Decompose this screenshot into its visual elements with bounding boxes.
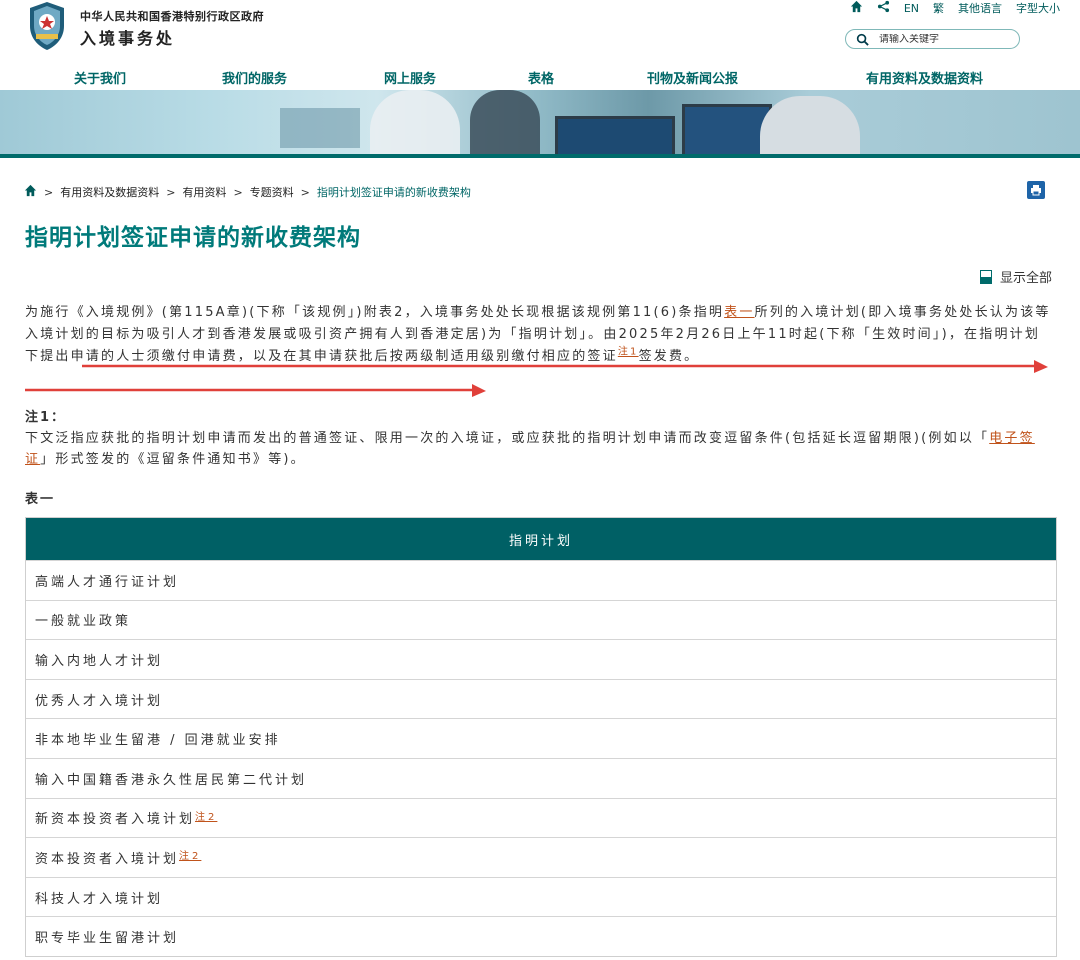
nav-useful-info[interactable]: 有用资料及数据资料 (866, 68, 983, 87)
scheme-name: 输入内地人才计划 (35, 653, 164, 669)
breadcrumb-separator: > (300, 185, 310, 199)
expand-icon (980, 269, 992, 284)
scheme-name: 一般就业政策 (35, 614, 132, 630)
note-1-link[interactable]: 注1 (618, 347, 639, 358)
breadcrumb: > 有用资料及数据资料 > 有用资料 > 专题资料 > 指明计划签证申请的新收费… (24, 184, 471, 200)
scheme-name: 优秀人才入境计划 (35, 693, 164, 709)
lang-en-link[interactable]: EN (904, 2, 919, 15)
breadcrumb-separator: > (166, 185, 176, 199)
immd-logo[interactable] (24, 0, 70, 52)
breadcrumb-useful[interactable]: 有用资料 (182, 184, 226, 200)
table-row: 输入内地人才计划 (26, 639, 1056, 679)
note-1-body: 下文泛指应获批的指明计划申请而发出的普通签证、限用一次的入境证，或应获批的指明计… (25, 428, 1055, 470)
search-icon[interactable] (856, 33, 869, 46)
share-icon[interactable] (877, 0, 890, 16)
show-all-label: 显示全部 (1000, 271, 1053, 286)
lang-tc-link[interactable]: 繁 (933, 0, 944, 16)
note-text: 」形式签发的《逗留条件通知书》等)。 (40, 452, 306, 467)
table-label: 表一 (25, 492, 56, 507)
table-header: 指明计划 (26, 518, 1056, 560)
specified-schemes-table: 指明计划 高端人才通行证计划 一般就业政策 输入内地人才计划 优秀人才入境计划 … (25, 517, 1057, 957)
print-icon (1031, 185, 1041, 196)
breadcrumb-separator: > (44, 185, 54, 199)
table-row: 非本地毕业生留港 / 回港就业安排 (26, 718, 1056, 758)
paragraph-text: 为施行《入境规例》(第115A章)(下称「该规例」)附表2，入境事务处处长现根据… (25, 305, 725, 320)
scheme-name: 输入中国籍香港永久性居民第二代计划 (35, 772, 308, 788)
table-row: 科技人才入境计划 (26, 876, 1056, 917)
table-row: 输入中国籍香港永久性居民第二代计划 (26, 757, 1056, 798)
paragraph-text: 签发费。 (638, 349, 700, 364)
note-1-heading: 注1： (25, 410, 67, 425)
site-header: 中华人民共和国香港特别行政区政府 入境事务处 EN 繁 其他语言 字型大小 (0, 0, 1080, 62)
hero-banner (0, 90, 1080, 158)
banner-divider (0, 154, 1080, 158)
search-box[interactable] (845, 29, 1020, 49)
scheme-name: 非本地毕业生留港 / 回港就业安排 (35, 733, 281, 749)
font-size-link[interactable]: 字型大小 (1016, 0, 1060, 16)
scheme-name: 高端人才通行证计划 (35, 574, 180, 590)
scheme-name: 职专毕业生留港计划 (35, 931, 180, 947)
home-icon[interactable] (24, 184, 37, 200)
table-row: 职专毕业生留港计划 (26, 916, 1056, 956)
nav-publications-press[interactable]: 刊物及新闻公报 (647, 68, 738, 87)
print-button[interactable] (1027, 181, 1045, 199)
scheme-name: 新资本投资者入境计划 (35, 812, 196, 828)
show-all-toggle[interactable]: 显示全部 (980, 267, 1052, 286)
breadcrumb-topics[interactable]: 专题资料 (250, 184, 294, 200)
table-row: 高端人才通行证计划 (26, 560, 1056, 600)
table-row: 优秀人才入境计划 (26, 678, 1056, 719)
department-subtitle: 中华人民共和国香港特别行政区政府 (80, 10, 264, 23)
nav-about-us[interactable]: 关于我们 (74, 68, 126, 87)
table-one-link[interactable]: 表一 (724, 305, 754, 320)
other-language-link[interactable]: 其他语言 (958, 0, 1002, 16)
home-icon[interactable] (850, 0, 863, 16)
breadcrumb-useful-info[interactable]: 有用资料及数据资料 (60, 184, 159, 200)
department-name[interactable]: 入境事务处 (80, 25, 175, 49)
scheme-name: 资本投资者入境计划 (35, 851, 180, 867)
breadcrumb-separator: > (233, 185, 243, 199)
table-row: 资本投资者入境计划 注2 (26, 837, 1056, 877)
main-nav: 关于我们 我们的服务 网上服务 表格 刊物及新闻公报 有用资料及数据资料 (0, 64, 1080, 90)
nav-online-services[interactable]: 网上服务 (384, 68, 436, 87)
page-title: 指明计划签证申请的新收费架构 (25, 225, 361, 251)
utility-bar: EN 繁 其他语言 字型大小 (850, 0, 1060, 16)
scheme-name: 科技人才入境计划 (35, 891, 164, 907)
search-input[interactable] (879, 33, 1009, 45)
note-text: 下文泛指应获批的指明计划申请而发出的普通签证、限用一次的入境证，或应获批的指明计… (25, 431, 990, 446)
annotation-arrowhead-2 (472, 384, 486, 397)
intro-paragraph: 为施行《入境规例》(第115A章)(下称「该规例」)附表2，入境事务处处长现根据… (25, 302, 1055, 368)
nav-our-services[interactable]: 我们的服务 (222, 68, 287, 87)
table-row: 一般就业政策 (26, 599, 1056, 640)
breadcrumb-current: 指明计划签证申请的新收费架构 (316, 186, 471, 199)
nav-forms[interactable]: 表格 (528, 68, 554, 87)
table-row: 新资本投资者入境计划 注2 (26, 797, 1056, 838)
